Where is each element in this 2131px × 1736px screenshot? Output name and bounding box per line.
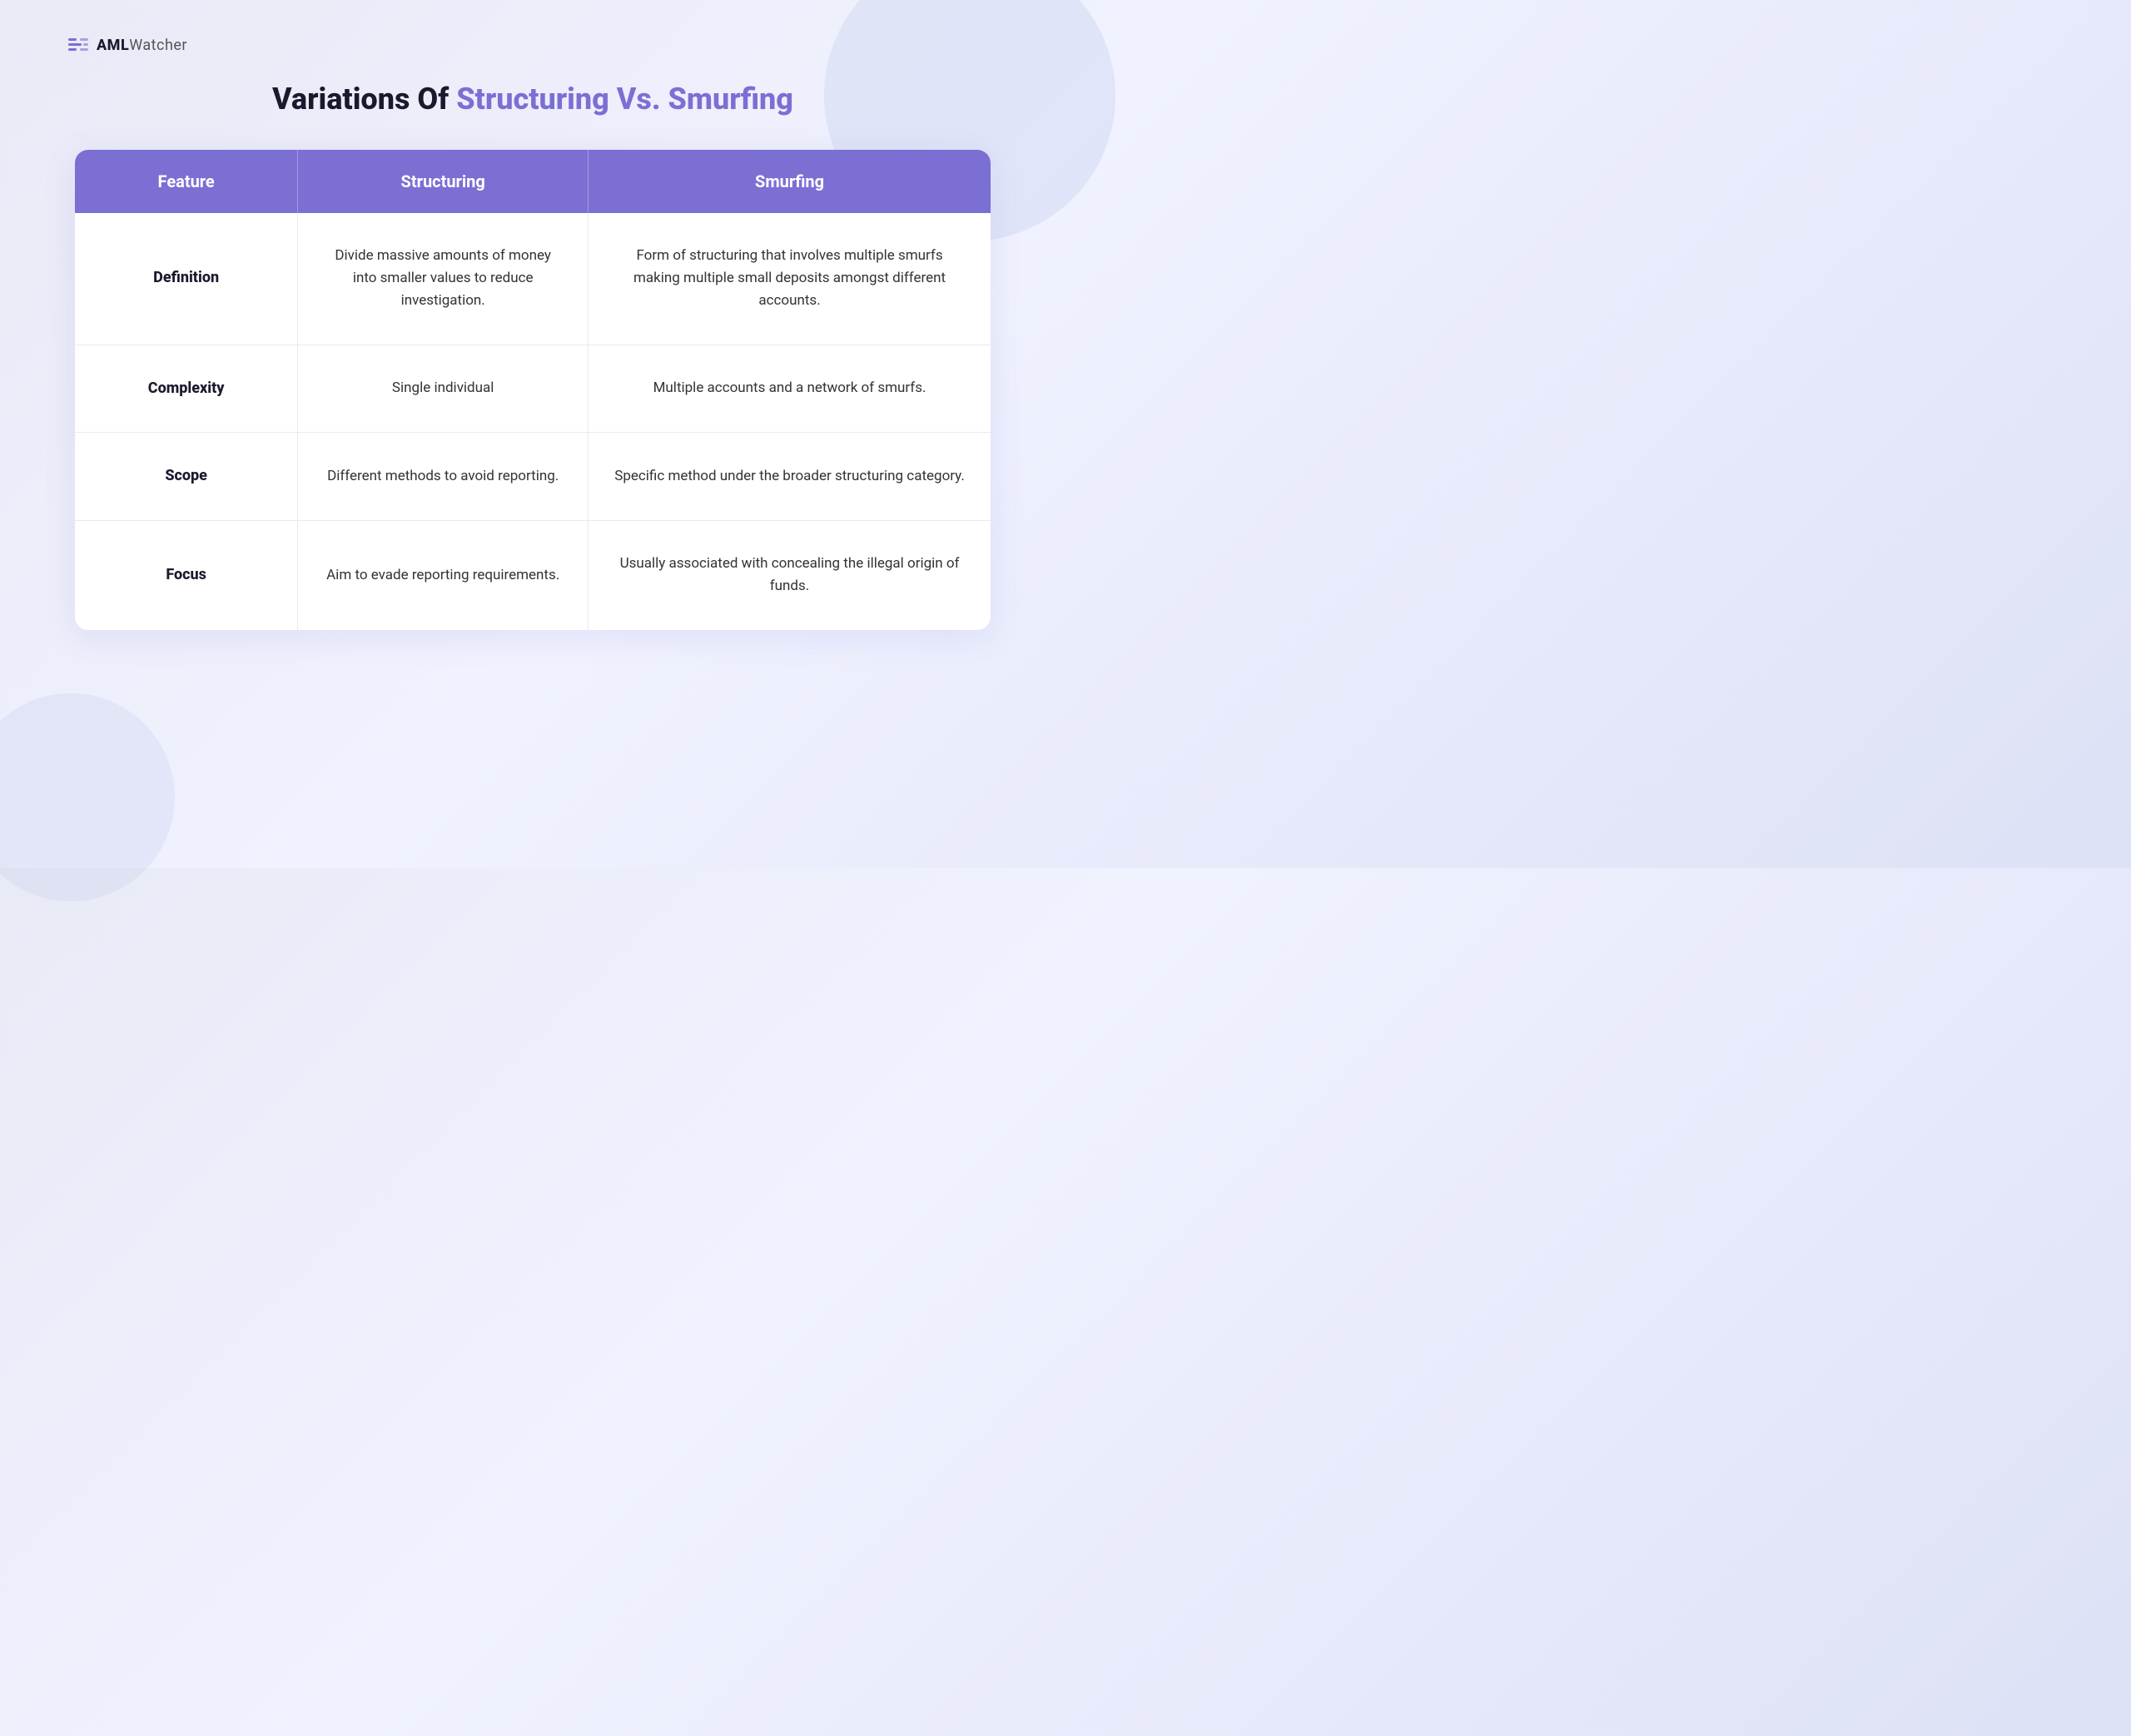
table-row: Complexity Single individual Multiple ac… <box>75 345 991 434</box>
table-row: Focus Aim to evade reporting requirement… <box>75 521 991 629</box>
feature-complexity: Complexity <box>75 345 298 433</box>
feature-scope: Scope <box>75 433 298 520</box>
logo-icon <box>67 33 90 57</box>
page-title: Variations Of Structuring Vs. Smurfing <box>272 82 793 117</box>
table-row: Scope Different methods to avoid reporti… <box>75 433 991 521</box>
feature-definition: Definition <box>75 213 298 345</box>
header-structuring: Structuring <box>298 150 589 213</box>
structuring-scope: Different methods to avoid reporting. <box>298 433 589 520</box>
smurfing-complexity: Multiple accounts and a network of smurf… <box>589 345 991 433</box>
structuring-definition: Divide massive amounts of money into sma… <box>298 213 589 345</box>
table-header: Feature Structuring Smurfing <box>75 150 991 213</box>
feature-focus: Focus <box>75 521 298 629</box>
header-feature: Feature <box>75 150 298 213</box>
smurfing-scope: Specific method under the broader struct… <box>589 433 991 520</box>
logo: AMLWatcher <box>67 33 187 57</box>
structuring-complexity: Single individual <box>298 345 589 433</box>
structuring-focus: Aim to evade reporting requirements. <box>298 521 589 629</box>
logo-text: AMLWatcher <box>97 37 187 54</box>
smurfing-definition: Form of structuring that involves multip… <box>589 213 991 345</box>
table-row: Definition Divide massive amounts of mon… <box>75 213 991 345</box>
header-smurfing: Smurfing <box>589 150 991 213</box>
comparison-table: Feature Structuring Smurfing Definition … <box>75 150 991 630</box>
smurfing-focus: Usually associated with concealing the i… <box>589 521 991 629</box>
